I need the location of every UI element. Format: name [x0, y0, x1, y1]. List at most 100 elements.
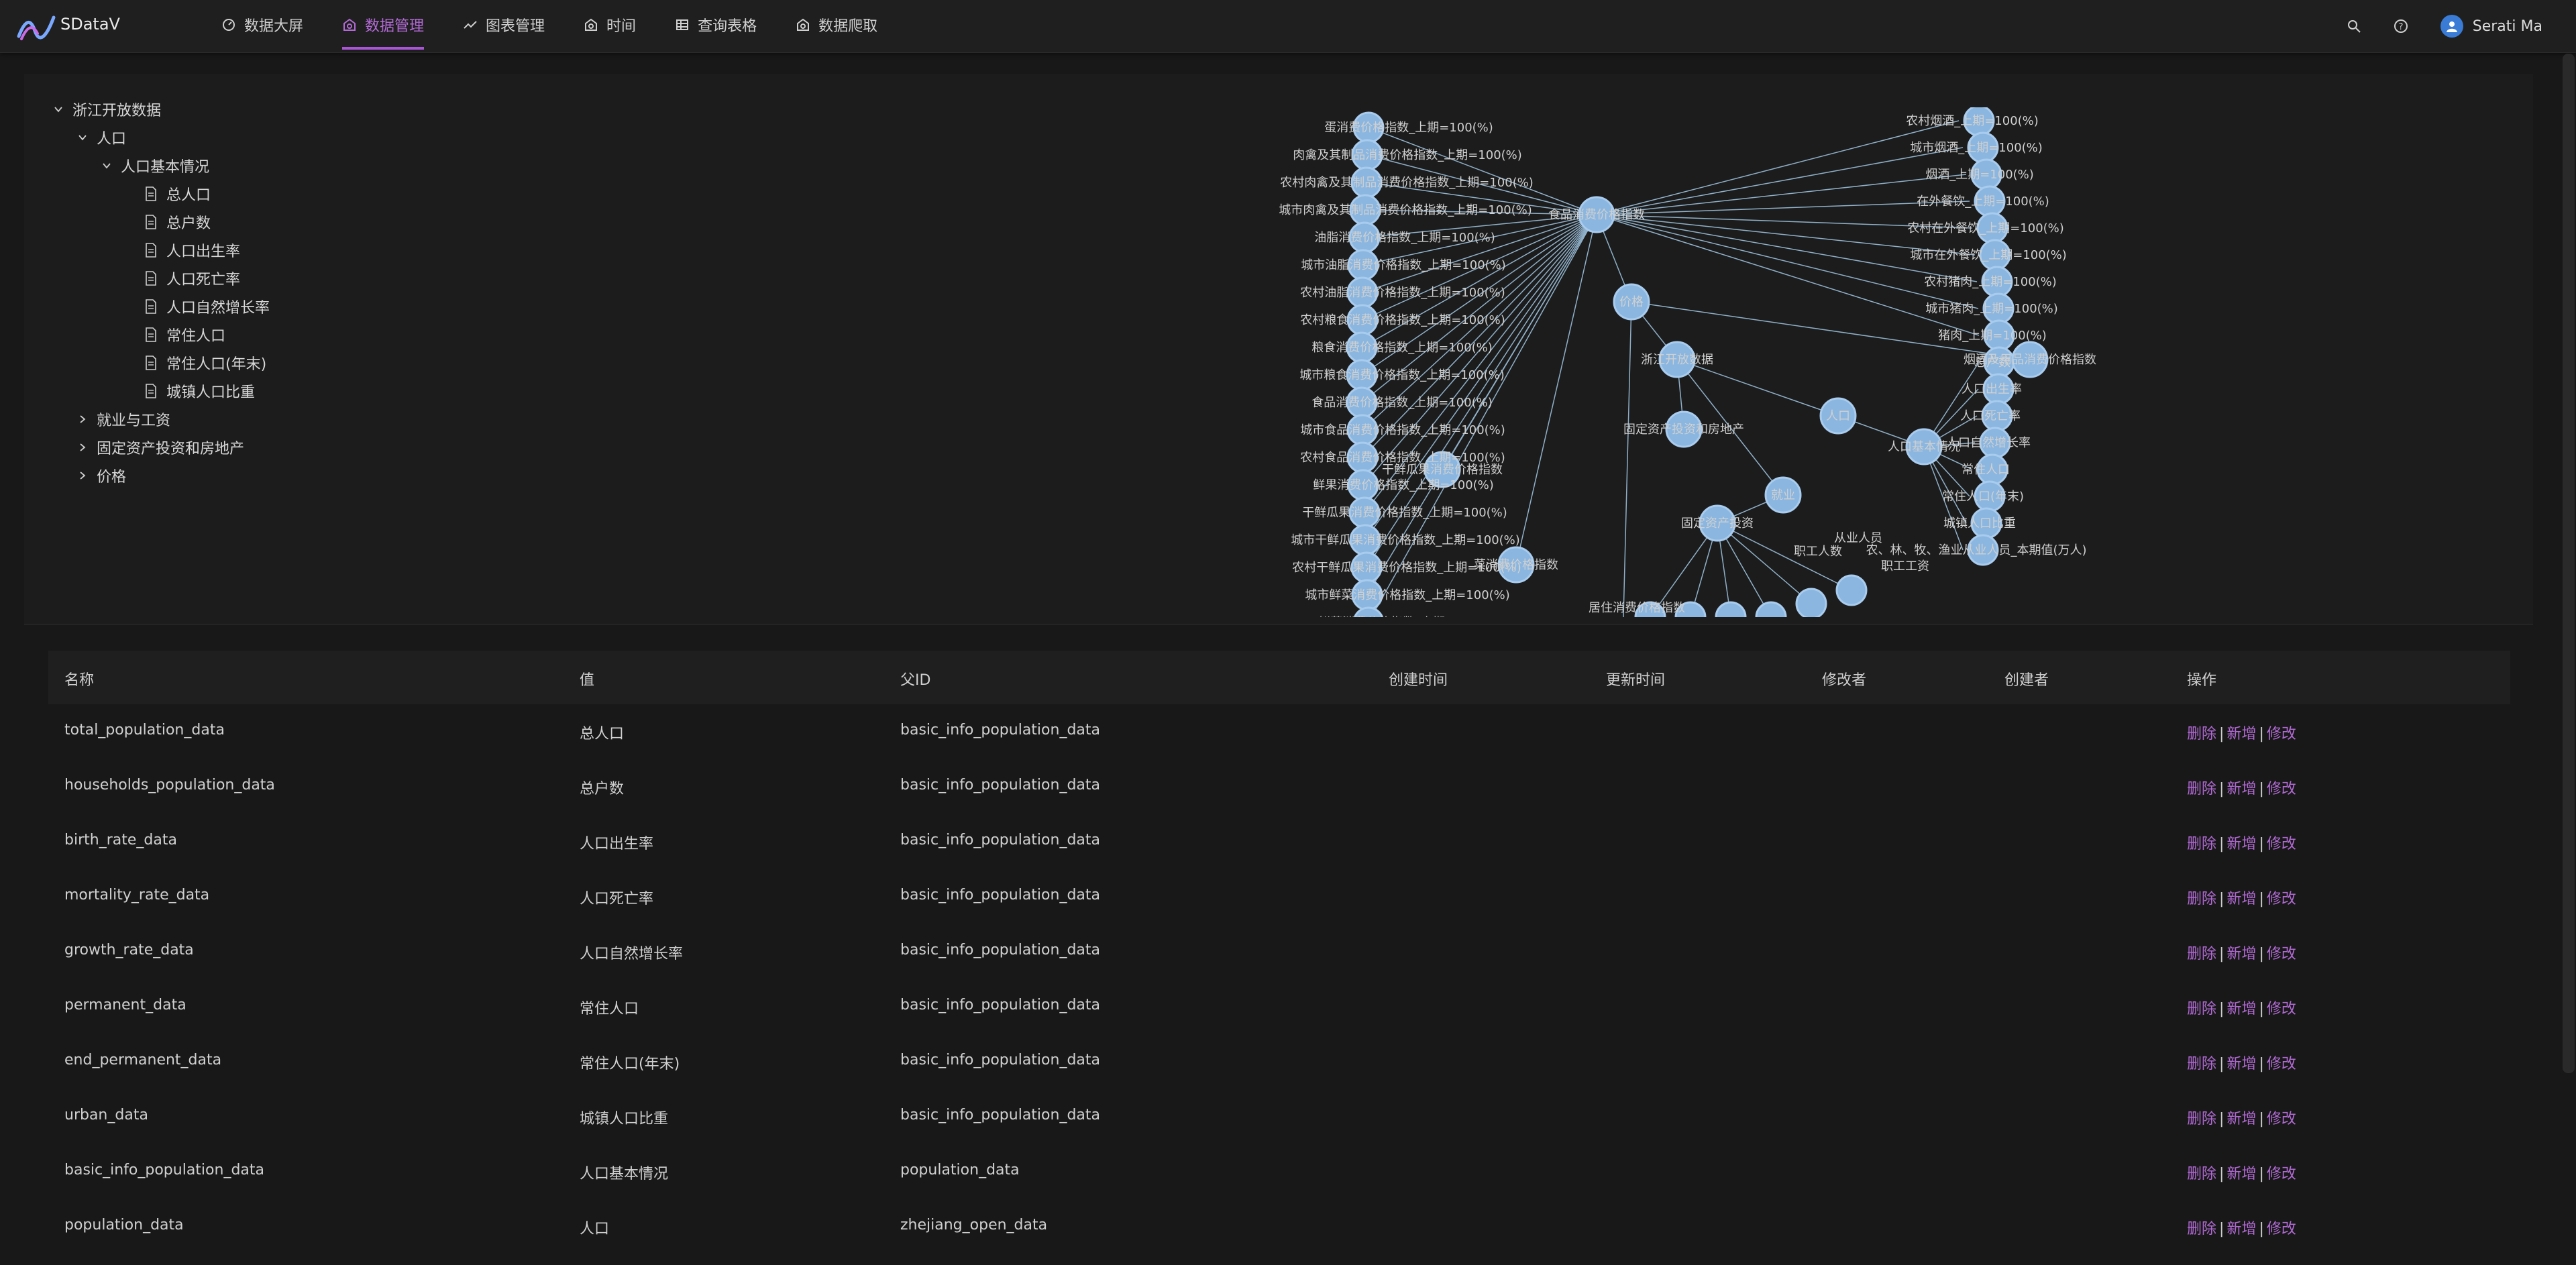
graph-node-label: 城市肉禽及其制品消费价格指数_上期=100(%) — [1279, 203, 1532, 217]
edit-link[interactable]: 修改 — [2267, 1001, 2296, 1018]
delete-link[interactable]: 删除 — [2187, 1056, 2216, 1072]
delete-link[interactable]: 删除 — [2187, 1166, 2216, 1182]
tree-node-label: 价格 — [97, 469, 127, 486]
delete-link[interactable]: 删除 — [2187, 836, 2216, 852]
tree-folder[interactable]: 人口基本情况 — [102, 154, 209, 177]
tree-leaf[interactable]: 总人口 — [145, 182, 211, 205]
column-header[interactable]: 更新时间 — [1606, 668, 1665, 690]
search-icon[interactable] — [2347, 19, 2361, 34]
column-header[interactable]: 修改者 — [1822, 668, 1866, 690]
column-header[interactable]: 名称 — [64, 668, 94, 690]
nav-item-0[interactable]: 数据大屏 — [221, 0, 303, 50]
edit-link[interactable]: 修改 — [2267, 891, 2296, 908]
graph-node-label: 粮食消费价格指数_上期=100(%) — [1311, 341, 1493, 355]
graph-node[interactable] — [1835, 574, 1868, 606]
row-actions: 删除 | 新增 | 修改 — [2187, 1052, 2296, 1073]
delete-link[interactable]: 删除 — [2187, 1221, 2216, 1238]
tree-leaf[interactable]: 总户数 — [145, 211, 211, 233]
delete-link[interactable]: 删除 — [2187, 1111, 2216, 1128]
avatar[interactable] — [2440, 15, 2463, 38]
nav-item-5[interactable]: 数据爬取 — [796, 0, 877, 50]
graph-node-label: 肉禽及其制品消费价格指数_上期=100(%) — [1293, 148, 1522, 162]
tree-node-label: 常住人口 — [166, 328, 226, 345]
column-header[interactable]: 创建时间 — [1389, 668, 1448, 690]
graph-node[interactable] — [1795, 588, 1827, 617]
nav-item-2[interactable]: 图表管理 — [463, 0, 545, 50]
nav-item-4[interactable]: 查询表格 — [675, 0, 757, 50]
nav-item-label: 数据爬取 — [818, 18, 878, 35]
tree-leaf[interactable]: 人口出生率 — [145, 239, 240, 262]
table-header: 名称 值 父ID 创建时间 更新时间 修改者 创建者 操作 — [48, 651, 2510, 704]
add-link[interactable]: 新增 — [2226, 1166, 2256, 1182]
row-actions: 删除 | 新增 | 修改 — [2187, 722, 2296, 743]
graph-node-label: 城镇人口比重 — [1943, 516, 2016, 531]
column-header[interactable]: 值 — [580, 668, 594, 690]
chevron-down-icon[interactable] — [54, 105, 63, 114]
top-header: SDataV 数据大屏 数据管理 图表管理 时间 查询表格 数据爬取 ? Serati M… — [0, 0, 2576, 53]
edit-link[interactable]: 修改 — [2267, 1111, 2296, 1128]
tree-node-label: 人口自然增长率 — [166, 300, 270, 317]
nav-item-3[interactable]: 时间 — [584, 0, 636, 50]
delete-link[interactable]: 删除 — [2187, 1001, 2216, 1018]
column-header[interactable]: 操作 — [2187, 668, 2216, 690]
sdatav-logo[interactable] — [16, 12, 56, 42]
action-separator: | — [2259, 891, 2264, 908]
column-header[interactable]: 父ID — [900, 668, 930, 690]
tree-leaf[interactable]: 城镇人口比重 — [145, 380, 255, 402]
help-icon[interactable]: ? — [2394, 19, 2408, 34]
delete-link[interactable]: 删除 — [2187, 726, 2216, 742]
action-separator: | — [2259, 1001, 2264, 1018]
tree-leaf[interactable]: 常住人口(年末) — [145, 351, 266, 374]
edit-link[interactable]: 修改 — [2267, 946, 2296, 963]
chevron-down-icon[interactable] — [102, 161, 111, 170]
graph-node[interactable] — [1715, 601, 1747, 617]
edit-link[interactable]: 修改 — [2267, 781, 2296, 798]
add-link[interactable]: 新增 — [2226, 946, 2256, 963]
action-separator: | — [2259, 1111, 2264, 1128]
tree-leaf[interactable]: 人口自然增长率 — [145, 295, 270, 318]
table-row: growth_rate_data 人口自然增长率 basic_info_popula… — [48, 924, 2510, 979]
edit-link[interactable]: 修改 — [2267, 1221, 2296, 1238]
nav-item-1[interactable]: 数据管理 — [342, 0, 425, 50]
add-link[interactable]: 新增 — [2226, 891, 2256, 908]
graph-node[interactable] — [1755, 601, 1787, 617]
cell-name: mortality_rate_data — [64, 887, 210, 903]
data-table: 名称 值 父ID 创建时间 更新时间 修改者 创建者 操作 total_population_… — [48, 651, 2510, 1265]
add-link[interactable]: 新增 — [2226, 1111, 2256, 1128]
add-link[interactable]: 新增 — [2226, 726, 2256, 742]
edit-link[interactable]: 修改 — [2267, 1056, 2296, 1072]
add-link[interactable]: 新增 — [2226, 1001, 2256, 1018]
chevron-right-icon[interactable] — [78, 443, 87, 452]
chevron-down-icon[interactable] — [78, 133, 87, 142]
delete-link[interactable]: 删除 — [2187, 781, 2216, 798]
graph-node-label: 农村猪肉_上期=100(%) — [1924, 275, 2057, 289]
username[interactable]: Serati Ma — [2473, 18, 2542, 35]
tree-folder[interactable]: 价格 — [78, 464, 126, 487]
action-separator: | — [2259, 781, 2264, 798]
tree-folder[interactable]: 固定资产投资和房地产 — [78, 436, 244, 459]
tree-folder[interactable]: 浙江开放数据 — [54, 98, 161, 121]
add-link[interactable]: 新增 — [2226, 836, 2256, 852]
tree-leaf[interactable]: 常住人口 — [145, 323, 225, 346]
chevron-right-icon[interactable] — [78, 415, 87, 424]
add-link[interactable]: 新增 — [2226, 1056, 2256, 1072]
tree-folder[interactable]: 人口 — [78, 126, 126, 149]
add-link[interactable]: 新增 — [2226, 781, 2256, 798]
relation-graph[interactable]: 蛋消费价格指数_上期=100(%) 肉禽及其制品消费价格指数_上期=100(%) 农… — [1221, 107, 2106, 617]
delete-link[interactable]: 删除 — [2187, 891, 2216, 908]
user-icon — [2446, 21, 2457, 32]
tree-folder[interactable]: 就业与工资 — [78, 408, 170, 431]
graph-node-label: 从业人员 — [1834, 531, 1882, 545]
table-row: total_population_data 总人口 basic_info_popul… — [48, 704, 2510, 759]
action-separator: | — [2219, 891, 2224, 908]
column-header[interactable]: 创建者 — [2004, 668, 2049, 690]
cell-name: basic_info_population_data — [64, 1162, 264, 1178]
edit-link[interactable]: 修改 — [2267, 1166, 2296, 1182]
chevron-right-icon[interactable] — [78, 471, 87, 480]
tree-leaf[interactable]: 人口死亡率 — [145, 267, 240, 290]
page-scrollbar[interactable] — [2563, 54, 2575, 1073]
delete-link[interactable]: 删除 — [2187, 946, 2216, 963]
add-link[interactable]: 新增 — [2226, 1221, 2256, 1238]
edit-link[interactable]: 修改 — [2267, 836, 2296, 852]
edit-link[interactable]: 修改 — [2267, 726, 2296, 742]
